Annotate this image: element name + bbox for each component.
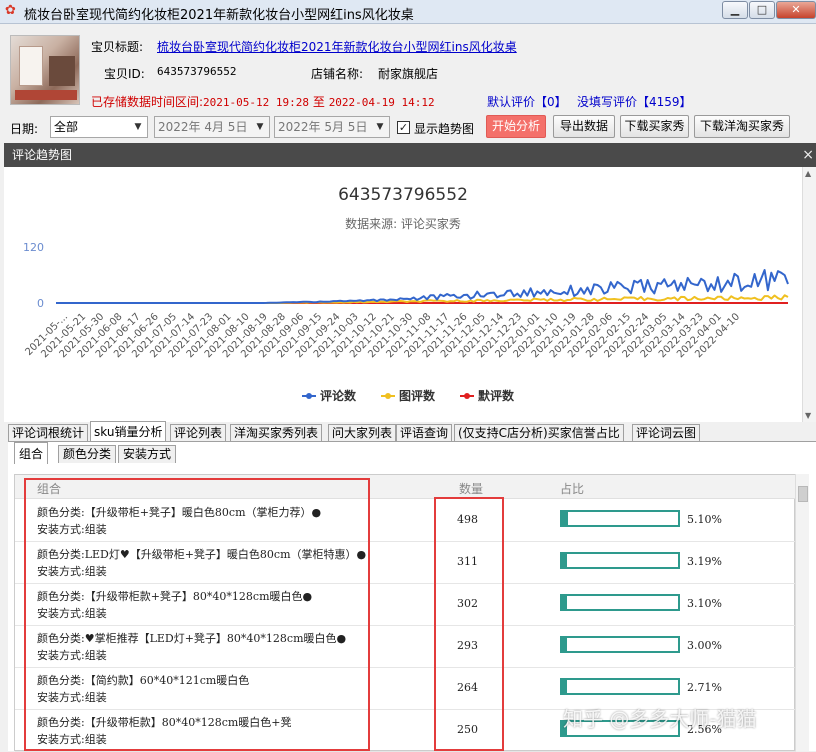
product-id-value: 643573796552: [157, 65, 237, 78]
ratio-bar: [560, 678, 680, 695]
legend-swatch-dot: [464, 393, 470, 399]
date-label: 日期:: [10, 122, 39, 136]
ratio-cell: 3.19%: [687, 555, 722, 568]
count-cell: 293: [457, 639, 478, 652]
ratio-bar: [560, 552, 680, 569]
count-cell: 498: [457, 513, 478, 526]
ratio-cell: 3.00%: [687, 639, 722, 652]
table-scrollbar[interactable]: [795, 474, 809, 751]
legend-label: 评论数: [320, 388, 357, 403]
export-data-button[interactable]: 导出数据: [553, 115, 615, 138]
legend-swatch-dot: [306, 393, 312, 399]
trend-chart-area: 643573796552 数据来源: 评论买家秀 120 0 2021-05-... 20…: [4, 167, 802, 422]
combo-cell: 颜色分类:【升级带柜款+凳子】80*40*128cm暖白色● 安装方式:组装: [37, 590, 313, 620]
count-cell: 264: [457, 681, 478, 694]
tab-1[interactable]: sku销量分析: [90, 421, 167, 442]
minimize-icon[interactable]: ▁: [722, 1, 748, 19]
shop-name-label: 店铺名称:: [311, 67, 364, 81]
ratio-cell: 2.71%: [687, 681, 722, 694]
data-range-label: 已存储数据时间区间:2021-05-12 19:28 至 2022-04-19 …: [91, 95, 435, 109]
close-icon[interactable]: ×: [802, 143, 814, 167]
tab-6[interactable]: (仅支持C店分析)买家信誉占比: [454, 424, 624, 442]
subtab-2[interactable]: 安装方式: [118, 445, 177, 463]
chevron-down-icon: ▼: [376, 122, 384, 132]
scroll-up-icon: ▲: [805, 169, 812, 178]
ratio-cell: 3.10%: [687, 597, 722, 610]
tab-7[interactable]: 评论词云图: [632, 424, 701, 442]
close-icon[interactable]: ✕: [776, 1, 816, 19]
tab-0[interactable]: 评论词根统计: [8, 424, 89, 442]
ratio-bar-fill: [562, 512, 568, 525]
tab-3[interactable]: 洋淘买家秀列表: [230, 424, 323, 442]
combo-cell: 颜色分类:♥掌柜推荐【LED灯+凳子】80*40*128cm暖白色● 安装方式:组…: [37, 632, 347, 662]
legend-label: 图评数: [399, 388, 436, 403]
title-bar: ✿ 梳妆台卧室现代简约化妆柜2021年新款化妆台小型网红ins风化妆桌 ▁ □ …: [0, 0, 816, 24]
product-id-label: 宝贝ID:: [104, 67, 145, 81]
chevron-down-icon: ▼: [134, 122, 142, 132]
table-row[interactable]: 颜色分类:【升级带柜款+凳子】80*40*128cm暖白色● 安装方式:组装 302…: [15, 584, 796, 626]
ratio-bar-fill: [562, 680, 567, 693]
count-cell: 311: [457, 555, 478, 568]
ratio-bar: [560, 594, 680, 611]
legend-swatch-dot: [385, 393, 391, 399]
no-review-link[interactable]: 没填写评价【4159】: [577, 93, 692, 110]
shop-name-value: 耐家旗舰店: [378, 67, 439, 81]
default-review-link[interactable]: 默认评价【0】: [487, 93, 567, 110]
scroll-down-icon: ▼: [805, 411, 812, 420]
maximize-icon[interactable]: □: [749, 1, 775, 19]
y-tick-label: 120: [23, 241, 44, 254]
col-header-ratio: 占比: [560, 482, 585, 496]
table-row[interactable]: 颜色分类:【升级带柜+凳子】暖白色80cm（掌柜力荐）● 安装方式:组装 498 5.…: [15, 500, 796, 542]
ratio-bar-fill: [562, 596, 567, 609]
count-cell: 250: [457, 723, 478, 736]
subtab-0[interactable]: 组合: [14, 442, 49, 464]
table-row[interactable]: 颜色分类:♥掌柜推荐【LED灯+凳子】80*40*128cm暖白色● 安装方式:组…: [15, 626, 796, 668]
download-buyer-show-button[interactable]: 下载买家秀: [620, 115, 689, 138]
chart-title: 643573796552: [338, 185, 468, 205]
chart-scrollbar[interactable]: ▲ ▼: [802, 167, 816, 422]
watermark: 知乎 @多多大师-猫猫: [563, 707, 757, 731]
combo-cell: 颜色分类:【简约款】60*40*121cm暖白色 安装方式:组装: [37, 674, 250, 704]
tab-4[interactable]: 问大家列表: [328, 424, 397, 442]
app-logo-icon: ✿: [5, 3, 16, 18]
ratio-bar-fill: [562, 554, 567, 567]
trend-panel-header: 评论趋势图 ×: [4, 143, 816, 167]
table-row[interactable]: 颜色分类:LED灯♥【升级带柜+凳子】暖白色80cm（掌柜特惠）● 安装方式:组装…: [15, 542, 796, 584]
combo-cell: 颜色分类:LED灯♥【升级带柜+凳子】暖白色80cm（掌柜特惠）● 安装方式:组装: [37, 548, 367, 578]
count-cell: 302: [457, 597, 478, 610]
chart-subtitle: 数据来源: 评论买家秀: [345, 216, 461, 231]
show-trend-checkbox[interactable]: ✓: [397, 121, 410, 134]
legend-label: 默评数: [478, 388, 515, 403]
date-range-select[interactable]: 全部 ▼: [50, 116, 148, 138]
chevron-down-icon: ▼: [256, 122, 264, 132]
ratio-cell: 5.10%: [687, 513, 722, 526]
product-title-label: 宝贝标题:: [91, 40, 144, 54]
tab-5[interactable]: 评语查询: [396, 424, 453, 442]
table-header: 组合 数量 占比: [15, 475, 796, 499]
ratio-bar-fill: [562, 638, 567, 651]
ratio-bar: [560, 636, 680, 653]
ratio-bar: [560, 510, 680, 527]
subtab-1[interactable]: 颜色分类: [58, 445, 117, 463]
scroll-thumb[interactable]: [798, 486, 808, 502]
combo-cell: 颜色分类:【升级带柜+凳子】暖白色80cm（掌柜力荐）● 安装方式:组装: [37, 506, 322, 536]
start-analysis-button[interactable]: 开始分析: [486, 115, 546, 138]
tab-2[interactable]: 评论列表: [170, 424, 227, 442]
trend-chart: 643573796552数据来源: 评论买家秀12002021-05-...20…: [23, 185, 789, 403]
product-title-link[interactable]: 梳妆台卧室现代简约化妆柜2021年新款化妆台小型网红ins风化妆桌: [157, 38, 517, 55]
download-yangtao-button[interactable]: 下载洋淘买家秀: [694, 115, 790, 138]
window-title: 梳妆台卧室现代简约化妆柜2021年新款化妆台小型网红ins风化妆桌: [24, 8, 414, 23]
col-header-count: 数量: [459, 482, 484, 496]
date-from-picker[interactable]: 2022年 4月 5日 ▼: [154, 116, 270, 138]
combo-cell: 颜色分类:【升级带柜款】80*40*128cm暖白色+凳 安装方式:组装: [37, 716, 292, 746]
date-to-picker[interactable]: 2022年 5月 5日 ▼: [274, 116, 390, 138]
y-tick-label: 0: [37, 297, 44, 310]
product-thumbnail: [10, 35, 80, 105]
series-line-评论数: [56, 269, 789, 304]
show-trend-label: 显示趋势图: [414, 122, 475, 136]
col-header-combo: 组合: [37, 482, 62, 496]
